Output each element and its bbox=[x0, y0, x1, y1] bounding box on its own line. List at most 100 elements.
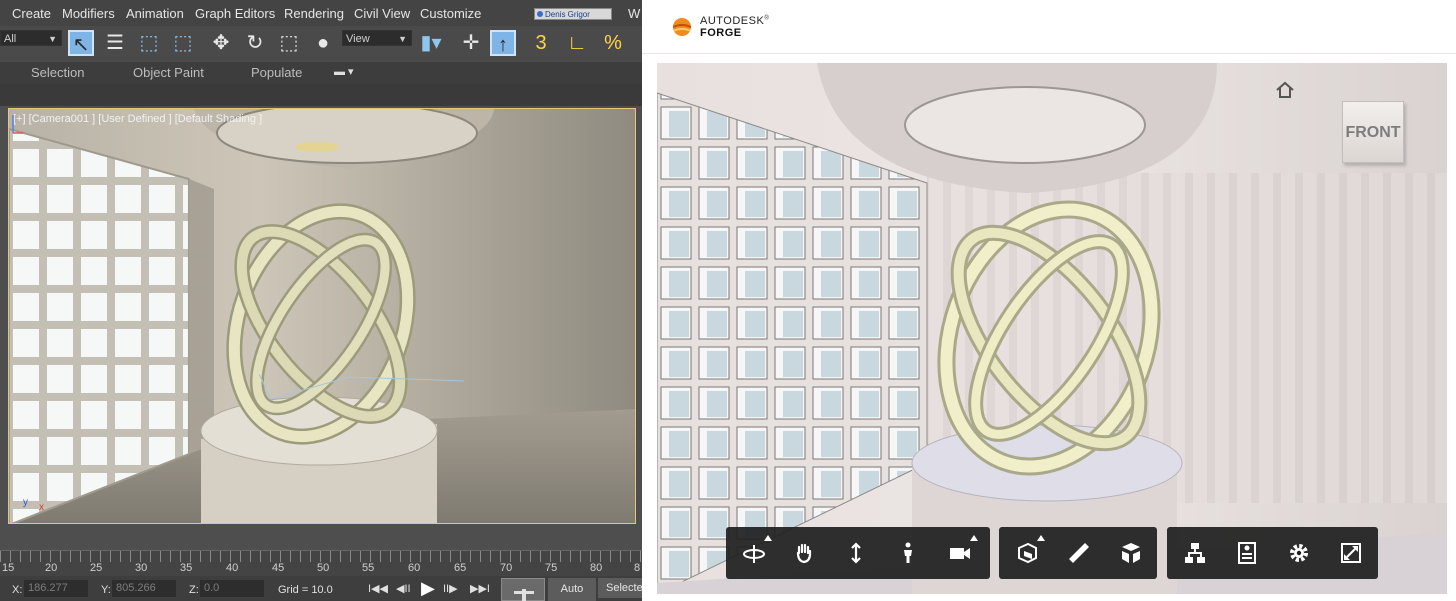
settings-toolbar bbox=[1167, 527, 1378, 579]
section-cube-icon bbox=[1018, 542, 1037, 564]
z-coord-field[interactable]: 0.0 bbox=[200, 580, 264, 597]
home-icon[interactable] bbox=[1274, 79, 1296, 101]
ruler-number: 75 bbox=[545, 562, 558, 574]
placement-icon[interactable]: ● bbox=[310, 30, 336, 56]
menu-create[interactable]: Create bbox=[12, 6, 51, 21]
rectangular-selection-icon[interactable]: ⬚ bbox=[136, 30, 162, 56]
camera-button[interactable] bbox=[938, 531, 982, 575]
hierarchy-icon bbox=[1185, 543, 1205, 563]
percent-snap-icon[interactable]: % bbox=[600, 30, 626, 56]
ribbon-tab-selection[interactable]: Selection bbox=[31, 65, 84, 80]
dolly-arrows-icon bbox=[851, 542, 861, 564]
auto-key-button[interactable]: Auto bbox=[548, 578, 596, 601]
measure-button[interactable] bbox=[1057, 531, 1101, 575]
fullscreen-button[interactable] bbox=[1329, 531, 1373, 575]
zoom-button[interactable] bbox=[834, 531, 878, 575]
autodesk-forge-logo-icon bbox=[673, 18, 691, 36]
ribbon-tab-populate[interactable]: Populate bbox=[251, 65, 302, 80]
select-object-icon[interactable]: ↖ bbox=[68, 30, 94, 56]
selection-filter-value: All bbox=[4, 33, 17, 45]
explode-button[interactable] bbox=[1109, 531, 1153, 575]
axis-tripod-icon bbox=[12, 115, 23, 134]
set-key-button[interactable] bbox=[501, 578, 545, 601]
pan-button[interactable] bbox=[782, 531, 826, 575]
menu-animation[interactable]: Animation bbox=[126, 6, 184, 21]
reference-coordinate-dropdown[interactable]: View ▼ bbox=[342, 30, 412, 46]
previous-frame-button[interactable]: ◀II bbox=[396, 582, 411, 595]
viewcube[interactable]: FRONT bbox=[1342, 101, 1406, 167]
forge-3d-canvas[interactable]: FRONT bbox=[657, 63, 1447, 594]
selected-dropdown[interactable]: Selecte bbox=[598, 578, 642, 598]
go-to-end-button[interactable]: ▶▶I bbox=[470, 582, 490, 595]
ruler-number: 70 bbox=[500, 562, 513, 574]
properties-button[interactable] bbox=[1225, 531, 1269, 575]
tools-toolbar bbox=[999, 527, 1157, 579]
orbit-button[interactable] bbox=[732, 531, 776, 575]
forge-header: AUTODESK® FORGE bbox=[642, 0, 1456, 54]
status-bar: X: 186.277 Y: 805.266 Z: 0.0 Grid = 10.0… bbox=[0, 576, 642, 601]
model-browser-button[interactable] bbox=[1173, 531, 1217, 575]
section-button[interactable] bbox=[1005, 531, 1049, 575]
selection-filter-dropdown[interactable]: All ▼ bbox=[0, 30, 62, 46]
reference-coordinate-value: View bbox=[346, 33, 370, 45]
move-icon[interactable]: ✥ bbox=[208, 30, 234, 56]
brand-autodesk-text: AUTODESK bbox=[700, 15, 765, 27]
max-ribbon-tabs: Selection Object Paint Populate ▬ ▾ bbox=[0, 62, 642, 84]
settings-button[interactable] bbox=[1277, 531, 1321, 575]
chevron-down-icon: ▼ bbox=[48, 34, 57, 44]
menu-graph-editors[interactable]: Graph Editors bbox=[195, 6, 275, 21]
ruler-number: 45 bbox=[272, 562, 285, 574]
window-crossing-icon[interactable]: ⬚ bbox=[170, 30, 196, 56]
menu-modifiers[interactable]: Modifiers bbox=[62, 6, 115, 21]
menu-clipped-item[interactable]: W bbox=[628, 6, 640, 21]
timeline-ruler bbox=[0, 550, 642, 562]
scale-icon[interactable]: ⬚ bbox=[276, 30, 302, 56]
keyboard-shortcut-override-icon[interactable]: ↑ bbox=[490, 30, 516, 56]
submenu-arrow-icon bbox=[970, 535, 978, 541]
rotate-icon[interactable]: ↻ bbox=[242, 30, 268, 56]
ribbon-options-icon[interactable]: ▬ ▾ bbox=[334, 65, 354, 78]
pivot-center-icon[interactable]: ▮▾ bbox=[418, 30, 444, 56]
user-account-button[interactable]: Denis Grigor bbox=[534, 8, 612, 20]
menu-customize[interactable]: Customize bbox=[420, 6, 481, 21]
person-icon bbox=[904, 542, 912, 563]
select-manipulate-icon[interactable]: ✛ bbox=[458, 30, 484, 56]
viewport-label[interactable]: [+] [Camera001 ] [User Defined ] [Defaul… bbox=[13, 113, 262, 125]
navigation-toolbar bbox=[726, 527, 990, 579]
x-coord-field[interactable]: 186.277 bbox=[24, 580, 88, 597]
ruler-number: 20 bbox=[45, 562, 58, 574]
forge-viewer-page: AUTODESK® FORGE FRONT bbox=[642, 0, 1456, 601]
ruler-number: 80 bbox=[590, 562, 603, 574]
ruler-number: 65 bbox=[454, 562, 467, 574]
y-coord-label: Y: bbox=[101, 584, 111, 596]
grid-readout: Grid = 10.0 bbox=[278, 584, 333, 596]
x-coord-label: X: bbox=[12, 584, 23, 596]
explode-cube-icon bbox=[1122, 543, 1140, 563]
submenu-arrow-icon bbox=[764, 535, 772, 541]
ruler-number: 30 bbox=[135, 562, 148, 574]
menu-civil-view[interactable]: Civil View bbox=[354, 6, 410, 21]
select-by-name-icon[interactable]: ☰ bbox=[102, 30, 128, 56]
timeline-trackbar[interactable]: 15 20 25 30 35 40 45 50 55 60 65 70 75 8… bbox=[0, 550, 642, 576]
next-frame-button[interactable]: II▶ bbox=[443, 582, 458, 595]
ruler-number: 40 bbox=[226, 562, 239, 574]
menu-rendering[interactable]: Rendering bbox=[284, 6, 344, 21]
first-person-button[interactable] bbox=[886, 531, 930, 575]
max-main-toolbar: All ▼ ↖ ☰ ⬚ ⬚ ✥ ↻ ⬚ ● View ▼ ▮▾ ✛ ↑ 3 ∟ … bbox=[0, 26, 642, 62]
play-icon[interactable]: ▶ bbox=[421, 578, 435, 599]
camera-viewport[interactable]: [+] [Camera001 ] [User Defined ] [Defaul… bbox=[8, 108, 636, 524]
z-coord-label: Z: bbox=[189, 584, 199, 596]
axis-y-label: y bbox=[23, 497, 28, 508]
go-to-start-button[interactable]: I◀◀ bbox=[368, 582, 388, 595]
ribbon-tab-object-paint[interactable]: Object Paint bbox=[133, 65, 204, 80]
ruler-number: 60 bbox=[408, 562, 421, 574]
hand-icon bbox=[796, 543, 812, 564]
y-coord-field[interactable]: 805.266 bbox=[112, 580, 176, 597]
snaps-toggle-icon[interactable]: 3 bbox=[528, 30, 554, 56]
orbit-icon bbox=[743, 545, 765, 563]
max-window: Create Modifiers Animation Graph Editors… bbox=[0, 0, 642, 601]
ribbon-panel bbox=[0, 84, 642, 106]
ruler-number: 35 bbox=[180, 562, 193, 574]
angle-snap-icon[interactable]: ∟ bbox=[564, 30, 590, 56]
viewcube-front-face[interactable]: FRONT bbox=[1342, 101, 1404, 163]
